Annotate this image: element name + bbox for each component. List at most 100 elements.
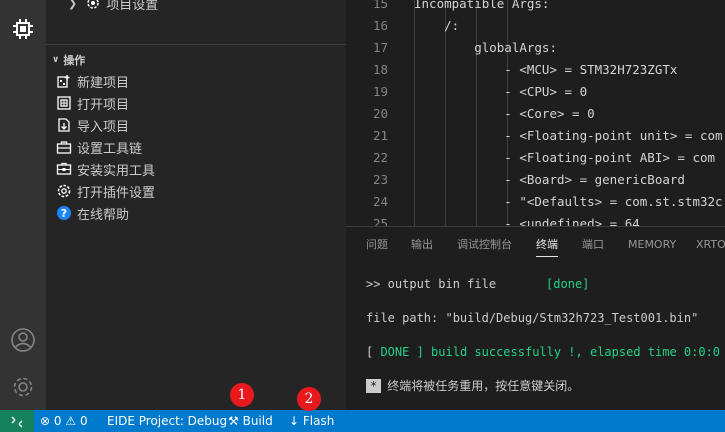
tree-item-label: 项目设置 (106, 0, 159, 13)
terminal-line: [ DONE ] build successfully !, elapsed t… (366, 345, 720, 359)
manage-gear-icon[interactable] (8, 372, 38, 402)
line-number: 23 (372, 172, 388, 187)
code-text: /: (414, 18, 460, 33)
new-project-icon (56, 73, 72, 89)
error-icon: ⊗ (40, 414, 51, 428)
code-text: Incompatible Args: (414, 0, 550, 11)
code-text: - <CPU> = 0 (414, 84, 588, 99)
code-line: 19 - <CPU> = 0 (346, 81, 725, 103)
svg-text:?: ? (61, 207, 67, 220)
problems-indicator[interactable]: ⊗ 0 ⚠ 0 (40, 410, 88, 432)
tab-output[interactable]: 输出 (411, 227, 433, 263)
action-new-project[interactable]: 新建项目 (46, 70, 346, 92)
code-text: - <Core> = 0 (414, 106, 595, 121)
install-tools-icon (56, 161, 72, 177)
terminal-text: file path: "build/Debug/Stm32h723_Test00… (366, 311, 699, 325)
download-arrow-icon: ↓ (289, 414, 300, 428)
sidebar: ❯ 项目设置 ∨ 操作 新建项目 打开项目 导入项目 设置工具链 安装实用工具 … (46, 0, 346, 410)
tab-debug-console[interactable]: 调试控制台 (457, 227, 512, 263)
tab-terminal[interactable]: 终端 (536, 227, 558, 263)
code-line: 16 /: (346, 15, 725, 37)
terminal-marker: * (366, 379, 382, 393)
terminal-line: >> output bin file [done] (366, 277, 589, 291)
eide-chip-icon[interactable] (8, 14, 38, 44)
code-line: 22 - <Floating-point ABI> = com (346, 147, 725, 169)
plugin-settings-icon (56, 183, 72, 199)
toolchain-icon (56, 139, 72, 155)
action-label: 在线帮助 (77, 207, 130, 223)
code-text: - "<Defaults> = com.st.stm32c (414, 194, 723, 209)
code-line: 21 - <Floating-point unit> = com (346, 125, 725, 147)
code-line: 25 - <undefined> = 64 (346, 213, 725, 226)
chevron-right-icon: ❯ (68, 0, 78, 10)
terminal-text: >> output bin file (366, 277, 497, 291)
code-line: 15 Incompatible Args: (346, 0, 725, 15)
annotation-badge-2: 2 (297, 387, 321, 411)
action-label: 新建项目 (77, 75, 130, 91)
action-install-tools[interactable]: 安装实用工具 (46, 158, 346, 180)
help-icon: ? (56, 205, 72, 221)
action-label: 导入项目 (77, 119, 130, 135)
terminal-line: file path: "build/Debug/Stm32h723_Test00… (366, 311, 698, 325)
tree-item-project-settings[interactable]: ❯ 项目设置 (46, 0, 346, 14)
build-label: Build (242, 414, 273, 428)
status-bar: ⊗ 0 ⚠ 0 EIDE Project: Debug ⚒ Build ↓ Fl… (0, 410, 725, 432)
action-online-help[interactable]: ? 在线帮助 (46, 202, 346, 224)
action-setup-toolchain[interactable]: 设置工具链 (46, 136, 346, 158)
line-number: 17 (372, 40, 388, 55)
code-text: - <Floating-point unit> = com (414, 128, 723, 143)
line-number: 22 (372, 150, 388, 165)
line-number: 20 (372, 106, 388, 121)
gear-icon (85, 0, 101, 11)
build-tools-icon: ⚒ (228, 414, 239, 428)
code-line: 20 - <Core> = 0 (346, 103, 725, 125)
flash-button[interactable]: ↓ Flash (289, 410, 334, 432)
warning-count: 0 (79, 414, 88, 428)
bottom-panel: 问题 输出 调试控制台 终端 端口 MEMORY XRTO >> output … (346, 226, 725, 410)
annotation-badge-1: 1 (230, 383, 254, 407)
line-number: 24 (372, 194, 388, 209)
tab-problems[interactable]: 问题 (366, 227, 388, 263)
warning-icon: ⚠ (65, 414, 77, 428)
code-line: 24 - "<Defaults> = com.st.stm32c (346, 191, 725, 213)
line-number: 16 (372, 18, 388, 33)
code-line: 23 - <Board> = genericBoard (346, 169, 725, 191)
tab-memory[interactable]: MEMORY (628, 227, 676, 263)
terminal-line: * 终端将被任务重用，按任意键关闭。 (366, 377, 579, 394)
line-number: 15 (372, 0, 388, 11)
section-divider (46, 44, 346, 45)
code-text: - <undefined> = 64 (414, 216, 640, 226)
tab-xrtos[interactable]: XRTO (696, 227, 725, 263)
section-title: 操作 (63, 54, 86, 67)
code-text: - <Board> = genericBoard (414, 172, 685, 187)
remote-indicator[interactable] (0, 410, 34, 432)
flash-label: Flash (302, 414, 335, 428)
action-open-project[interactable]: 打开项目 (46, 92, 346, 114)
actions-section-header[interactable]: ∨ 操作 (46, 49, 346, 71)
action-label: 打开项目 (77, 97, 130, 113)
action-label: 安装实用工具 (77, 163, 156, 179)
line-number: 21 (372, 128, 388, 143)
line-number: 19 (372, 84, 388, 99)
build-button[interactable]: ⚒ Build (228, 410, 273, 432)
code-line: 18 - <MCU> = STM32H723ZGTx (346, 59, 725, 81)
action-label: 打开插件设置 (77, 185, 156, 201)
account-icon[interactable] (8, 325, 38, 355)
error-count: 0 (53, 414, 62, 428)
action-open-plugin-settings[interactable]: 打开插件设置 (46, 180, 346, 202)
code-text: - <MCU> = STM32H723ZGTx (414, 62, 678, 77)
build-success-text: ] build successfully !, elapsed time 0:0… (416, 345, 721, 359)
code-text: globalArgs: (414, 40, 557, 55)
done-status: [done] (546, 277, 590, 291)
chevron-down-icon: ∨ (52, 55, 60, 65)
code-editor[interactable]: 15 Incompatible Args: 16 /: 17 globalArgs: 1… (346, 0, 725, 226)
code-text: - <Floating-point ABI> = com (414, 150, 716, 165)
done-label: DONE (373, 345, 417, 359)
eide-project-status[interactable]: EIDE Project: Debug (107, 410, 227, 432)
open-project-icon (56, 95, 72, 111)
code-line: 17 globalArgs: (346, 37, 725, 59)
import-project-icon (56, 117, 72, 133)
action-import-project[interactable]: 导入项目 (46, 114, 346, 136)
line-number: 18 (372, 62, 388, 77)
tab-ports[interactable]: 端口 (582, 227, 604, 263)
